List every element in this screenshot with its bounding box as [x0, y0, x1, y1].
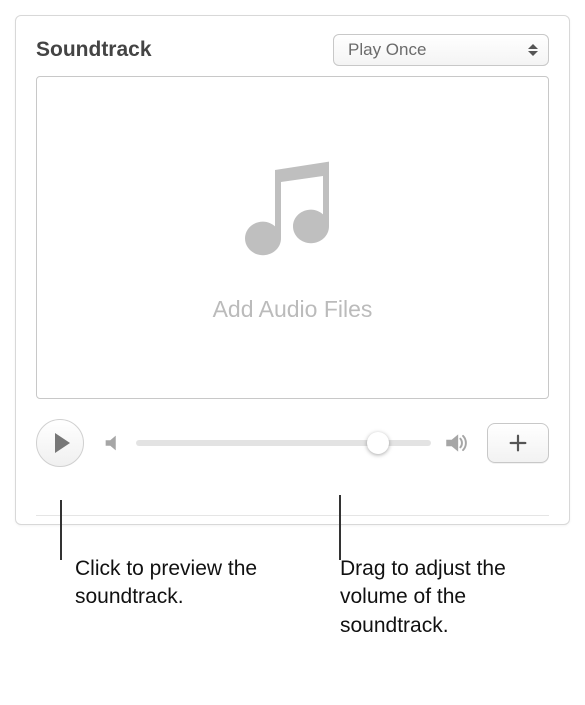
repeat-mode-value: Play Once: [348, 40, 426, 60]
soundtrack-controls: [36, 419, 549, 467]
play-icon: [55, 433, 70, 453]
dropzone-placeholder: Add Audio Files: [213, 296, 373, 323]
callout-leader-play: [60, 500, 62, 560]
panel-divider: [36, 515, 549, 516]
plus-icon: [507, 432, 529, 454]
popup-chevrons-icon: [528, 44, 538, 56]
volume-slider-thumb[interactable]: [367, 432, 389, 454]
section-title: Soundtrack: [36, 38, 152, 62]
volume-slider[interactable]: [136, 440, 431, 446]
soundtrack-header: Soundtrack Play Once: [36, 34, 549, 66]
play-preview-button[interactable]: [36, 419, 84, 467]
volume-high-icon: [443, 430, 469, 456]
audio-dropzone[interactable]: Add Audio Files: [36, 76, 549, 399]
repeat-mode-popup[interactable]: Play Once: [333, 34, 549, 66]
callout-play-preview: Click to preview the soundtrack.: [75, 555, 265, 612]
callout-volume-slider: Drag to adjust the volume of the soundtr…: [340, 555, 560, 640]
add-audio-button[interactable]: [487, 423, 549, 463]
soundtrack-panel: Soundtrack Play Once Add Audio Files: [15, 15, 570, 525]
volume-low-icon: [102, 432, 124, 454]
callout-leader-volume: [339, 495, 341, 560]
volume-control: [98, 430, 473, 456]
music-note-icon: [233, 152, 353, 272]
